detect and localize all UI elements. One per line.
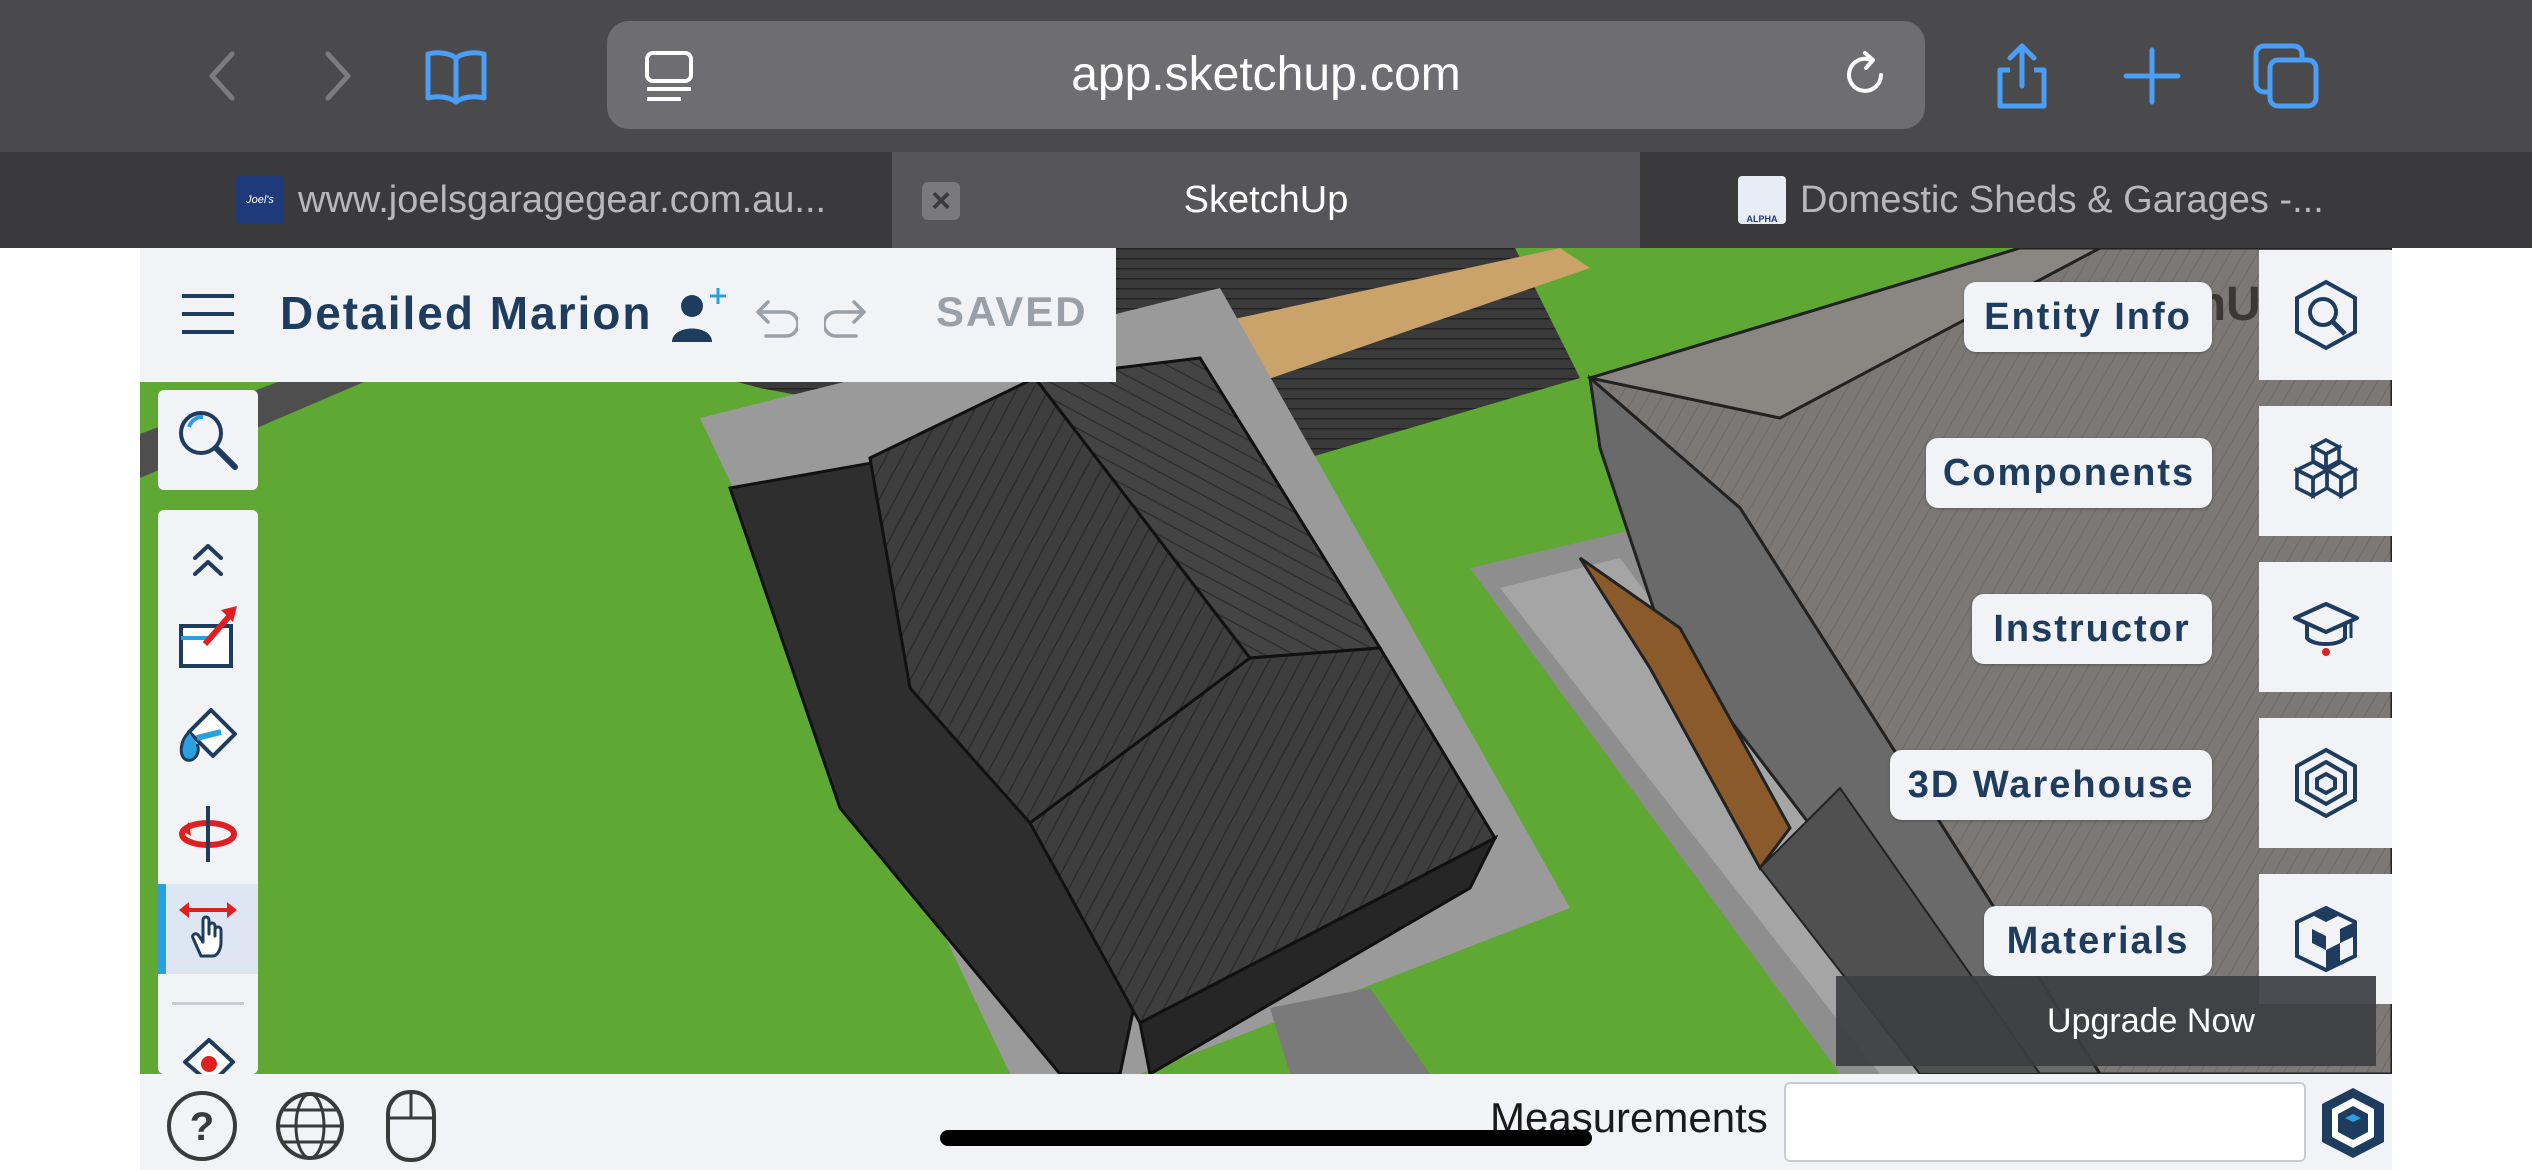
eraser-icon [183, 1038, 235, 1074]
save-status: SAVED [936, 288, 1088, 335]
instructor-panel-button[interactable] [2259, 562, 2392, 692]
entity-info-button[interactable]: Entity Info [1964, 282, 2212, 352]
joels-favicon: Joel's [236, 176, 284, 224]
tab-joels[interactable]: Joel's www.joelsgaragegear.com.au... [236, 152, 886, 248]
tab-bar: Joel's www.joelsgaragegear.com.au... × S… [0, 152, 2532, 248]
tab-alpha[interactable]: ALPHA Domestic Sheds & Garages -... [1738, 152, 2418, 248]
pan-tool[interactable] [158, 884, 258, 974]
help-icon[interactable]: ? [164, 1088, 240, 1164]
document-title[interactable]: Detailed Marion [280, 286, 653, 340]
components-panel-button[interactable] [2259, 406, 2392, 536]
reload-icon[interactable] [1835, 45, 1895, 105]
bottom-bar: ? Measurements [140, 1074, 2392, 1170]
globe-icon[interactable] [272, 1088, 348, 1164]
menu-icon[interactable] [180, 292, 236, 336]
paint-bucket-tool[interactable] [158, 690, 258, 780]
tab-title: SketchUp [1183, 178, 1349, 221]
tab-title: www.joelsgaragegear.com.au... [298, 178, 827, 221]
chevron-right-icon[interactable] [294, 36, 378, 116]
home-indicator [940, 1130, 1592, 1146]
alpha-favicon: ALPHA [1738, 176, 1786, 224]
add-user-icon[interactable] [668, 284, 730, 346]
book-icon[interactable] [414, 36, 498, 116]
search-icon [179, 411, 238, 470]
tool-divider [172, 1002, 244, 1005]
double-chevron-up-icon [193, 544, 223, 576]
undo-icon[interactable] [746, 292, 798, 344]
search-tool-button[interactable] [158, 390, 258, 490]
page-margin-left [0, 248, 140, 1170]
materials-button[interactable]: Materials [1984, 906, 2212, 976]
browser-toolbar: app.sketchup.com [0, 0, 2532, 152]
entity-info-panel-button[interactable] [2259, 250, 2392, 380]
mouse-icon[interactable] [378, 1088, 444, 1164]
tab-sketchup[interactable]: × SketchUp [892, 152, 1640, 248]
address-bar[interactable]: app.sketchup.com [607, 21, 1925, 129]
instructor-button[interactable]: Instructor [1972, 594, 2212, 664]
chevron-left-icon[interactable] [182, 36, 266, 116]
tab-title: Domestic Sheds & Garages -... [1800, 178, 2324, 221]
warehouse-panel-button[interactable] [2259, 718, 2392, 848]
screen: app.sketchup.com Joel's www.joelsgarageg… [0, 0, 2532, 1170]
paint-bucket-icon [179, 708, 237, 762]
svg-text:?: ? [190, 1105, 214, 1149]
upgrade-now-banner[interactable]: Upgrade Now [1836, 976, 2376, 1066]
warehouse-icon [2294, 747, 2357, 819]
close-icon[interactable]: × [922, 182, 960, 220]
3d-warehouse-button[interactable]: 3D Warehouse [1890, 750, 2212, 820]
pan-icon [179, 902, 237, 958]
share-icon[interactable] [1980, 36, 2064, 116]
components-icon [2292, 438, 2359, 500]
tabs-icon[interactable] [2244, 36, 2328, 116]
materials-icon [2294, 905, 2357, 973]
url-text[interactable]: app.sketchup.com [607, 21, 1925, 129]
push-pull-icon [179, 606, 237, 668]
components-button[interactable]: Components [1926, 438, 2212, 508]
measurements-input[interactable] [1784, 1082, 2306, 1162]
tool-strip [158, 510, 258, 1074]
orbit-icon [179, 806, 237, 862]
eraser-tool[interactable] [158, 1014, 258, 1074]
title-bar: Detailed Marion SAVED [140, 248, 1116, 382]
entity-info-icon [2294, 279, 2357, 351]
plus-icon[interactable] [2110, 36, 2194, 116]
push-pull-tool[interactable] [158, 592, 258, 682]
sketchup-logo-icon [2322, 1088, 2384, 1158]
instructor-icon [2292, 602, 2359, 656]
page-margin-right [2392, 248, 2532, 1170]
orbit-tool[interactable] [158, 788, 258, 878]
redo-icon[interactable] [824, 292, 876, 344]
